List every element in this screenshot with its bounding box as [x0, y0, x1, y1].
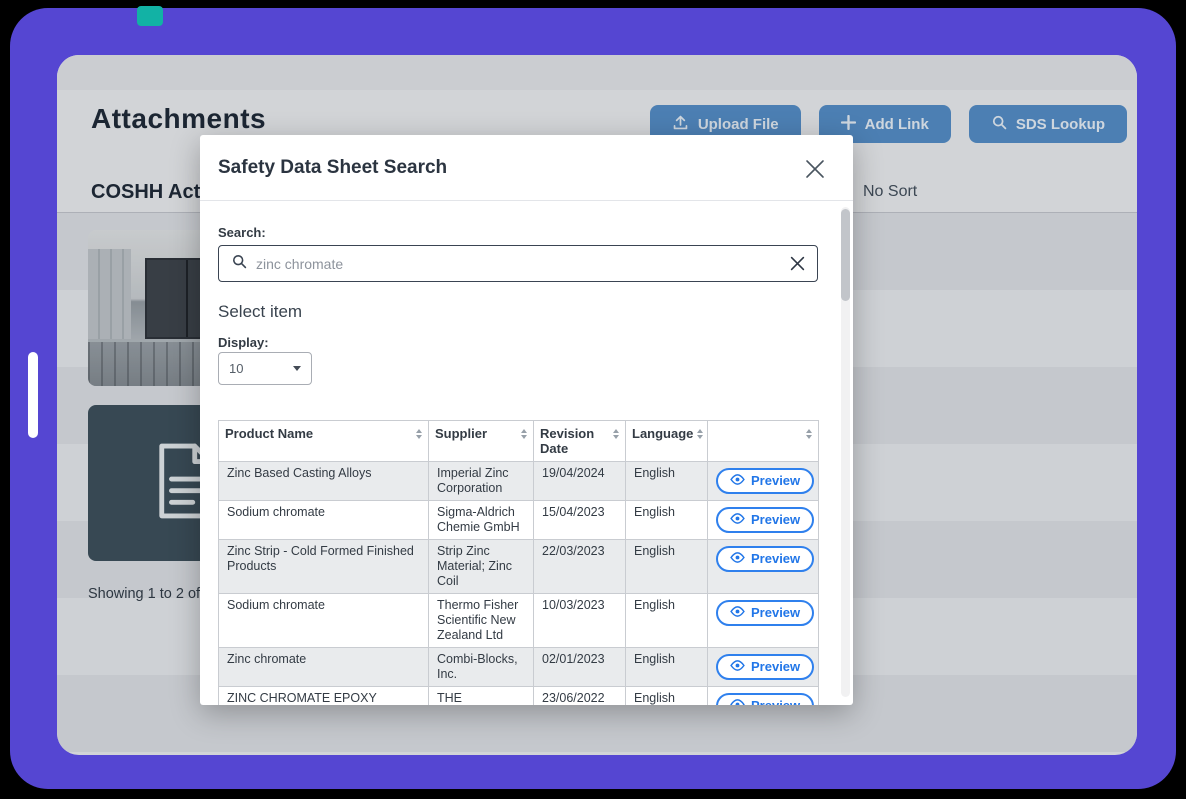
col-header-actions[interactable] [708, 421, 819, 462]
cell-language: English [626, 594, 708, 648]
cell-product: ZINC CHROMATE EPOXY PRIMER [219, 687, 429, 706]
preview-label: Preview [751, 605, 800, 620]
display-label: Display: [218, 335, 269, 350]
preview-button[interactable]: Preview [716, 654, 814, 680]
modal-body: Search: Select item Display: 10 [200, 201, 853, 705]
preview-label: Preview [751, 512, 800, 527]
preview-label: Preview [751, 659, 800, 674]
preview-button[interactable]: Preview [716, 546, 814, 572]
sds-search-modal: Safety Data Sheet Search Search: Select [200, 135, 853, 705]
col-label: Product Name [225, 426, 313, 441]
display-select-value: 10 [229, 361, 243, 376]
chevron-down-icon [293, 366, 301, 371]
search-input[interactable] [256, 256, 781, 272]
eye-icon [730, 659, 745, 674]
magnifier-icon [231, 253, 247, 274]
eye-icon [730, 551, 745, 566]
cell-supplier: Strip Zinc Material; Zinc Coil [429, 540, 534, 594]
col-header-language[interactable]: Language [626, 421, 708, 462]
search-label: Search: [218, 225, 266, 240]
table-row: Zinc Based Casting Alloys Imperial Zinc … [219, 462, 819, 501]
cell-supplier: Sigma-Aldrich Chemie GmbH [429, 501, 534, 540]
cell-product: Sodium chromate [219, 594, 429, 648]
sds-results-table: Product Name Supplier Revision Date Lang… [218, 420, 819, 705]
app-screen: Attachments Upload File Add Link SDS Loo… [57, 55, 1137, 755]
cell-product: Zinc chromate [219, 648, 429, 687]
table-row: Zinc chromate Combi-Blocks, Inc. 02/01/2… [219, 648, 819, 687]
col-label: Language [632, 426, 693, 441]
cell-language: English [626, 687, 708, 706]
close-icon[interactable] [799, 153, 831, 185]
cell-language: English [626, 462, 708, 501]
modal-scrollbar [841, 207, 850, 697]
eye-icon [730, 512, 745, 527]
screenshot-stage: Attachments Upload File Add Link SDS Loo… [0, 0, 1186, 799]
preview-button[interactable]: Preview [716, 507, 814, 533]
cell-date: 22/03/2023 [534, 540, 626, 594]
col-header-product-name[interactable]: Product Name [219, 421, 429, 462]
col-header-supplier[interactable]: Supplier [429, 421, 534, 462]
preview-label: Preview [751, 473, 800, 488]
sort-icon [806, 426, 812, 439]
eye-icon [730, 473, 745, 488]
cell-language: English [626, 540, 708, 594]
cell-date: 19/04/2024 [534, 462, 626, 501]
display-select[interactable]: 10 [218, 352, 312, 385]
eye-icon [730, 698, 745, 705]
cell-product: Zinc Strip - Cold Formed Finished Produc… [219, 540, 429, 594]
modal-header: Safety Data Sheet Search [200, 135, 853, 201]
cell-date: 02/01/2023 [534, 648, 626, 687]
preview-button[interactable]: Preview [716, 468, 814, 494]
cell-product: Zinc Based Casting Alloys [219, 462, 429, 501]
select-item-label: Select item [218, 302, 302, 322]
preview-button[interactable]: Preview [716, 693, 814, 705]
clear-search-icon[interactable] [790, 256, 805, 271]
sort-icon [521, 426, 527, 439]
sort-icon [416, 426, 422, 439]
preview-button[interactable]: Preview [716, 600, 814, 626]
sort-icon [697, 426, 703, 439]
table-row: Zinc Strip - Cold Formed Finished Produc… [219, 540, 819, 594]
device-side-button [28, 352, 38, 438]
cell-supplier: THE SHERWIN-WILLIAMS COMPANY [429, 687, 534, 706]
cell-supplier: Combi-Blocks, Inc. [429, 648, 534, 687]
table-header-row: Product Name Supplier Revision Date Lang… [219, 421, 819, 462]
table-row: Sodium chromate Thermo Fisher Scientific… [219, 594, 819, 648]
cell-supplier: Imperial Zinc Corporation [429, 462, 534, 501]
sort-icon [613, 426, 619, 439]
cell-date: 10/03/2023 [534, 594, 626, 648]
cell-product: Sodium chromate [219, 501, 429, 540]
col-header-revision-date[interactable]: Revision Date [534, 421, 626, 462]
cell-language: English [626, 501, 708, 540]
cell-date: 15/04/2023 [534, 501, 626, 540]
cell-supplier: Thermo Fisher Scientific New Zealand Ltd [429, 594, 534, 648]
modal-title: Safety Data Sheet Search [218, 157, 447, 179]
cell-language: English [626, 648, 708, 687]
eye-icon [730, 605, 745, 620]
preview-label: Preview [751, 698, 800, 705]
scrollbar-thumb[interactable] [841, 209, 850, 301]
col-label: Supplier [435, 426, 487, 441]
device-notch [137, 6, 163, 26]
search-box [218, 245, 818, 282]
col-label: Revision Date [540, 426, 609, 456]
table-row: Sodium chromate Sigma-Aldrich Chemie Gmb… [219, 501, 819, 540]
table-row: ZINC CHROMATE EPOXY PRIMER THE SHERWIN-W… [219, 687, 819, 706]
preview-label: Preview [751, 551, 800, 566]
cell-date: 23/06/2022 [534, 687, 626, 706]
